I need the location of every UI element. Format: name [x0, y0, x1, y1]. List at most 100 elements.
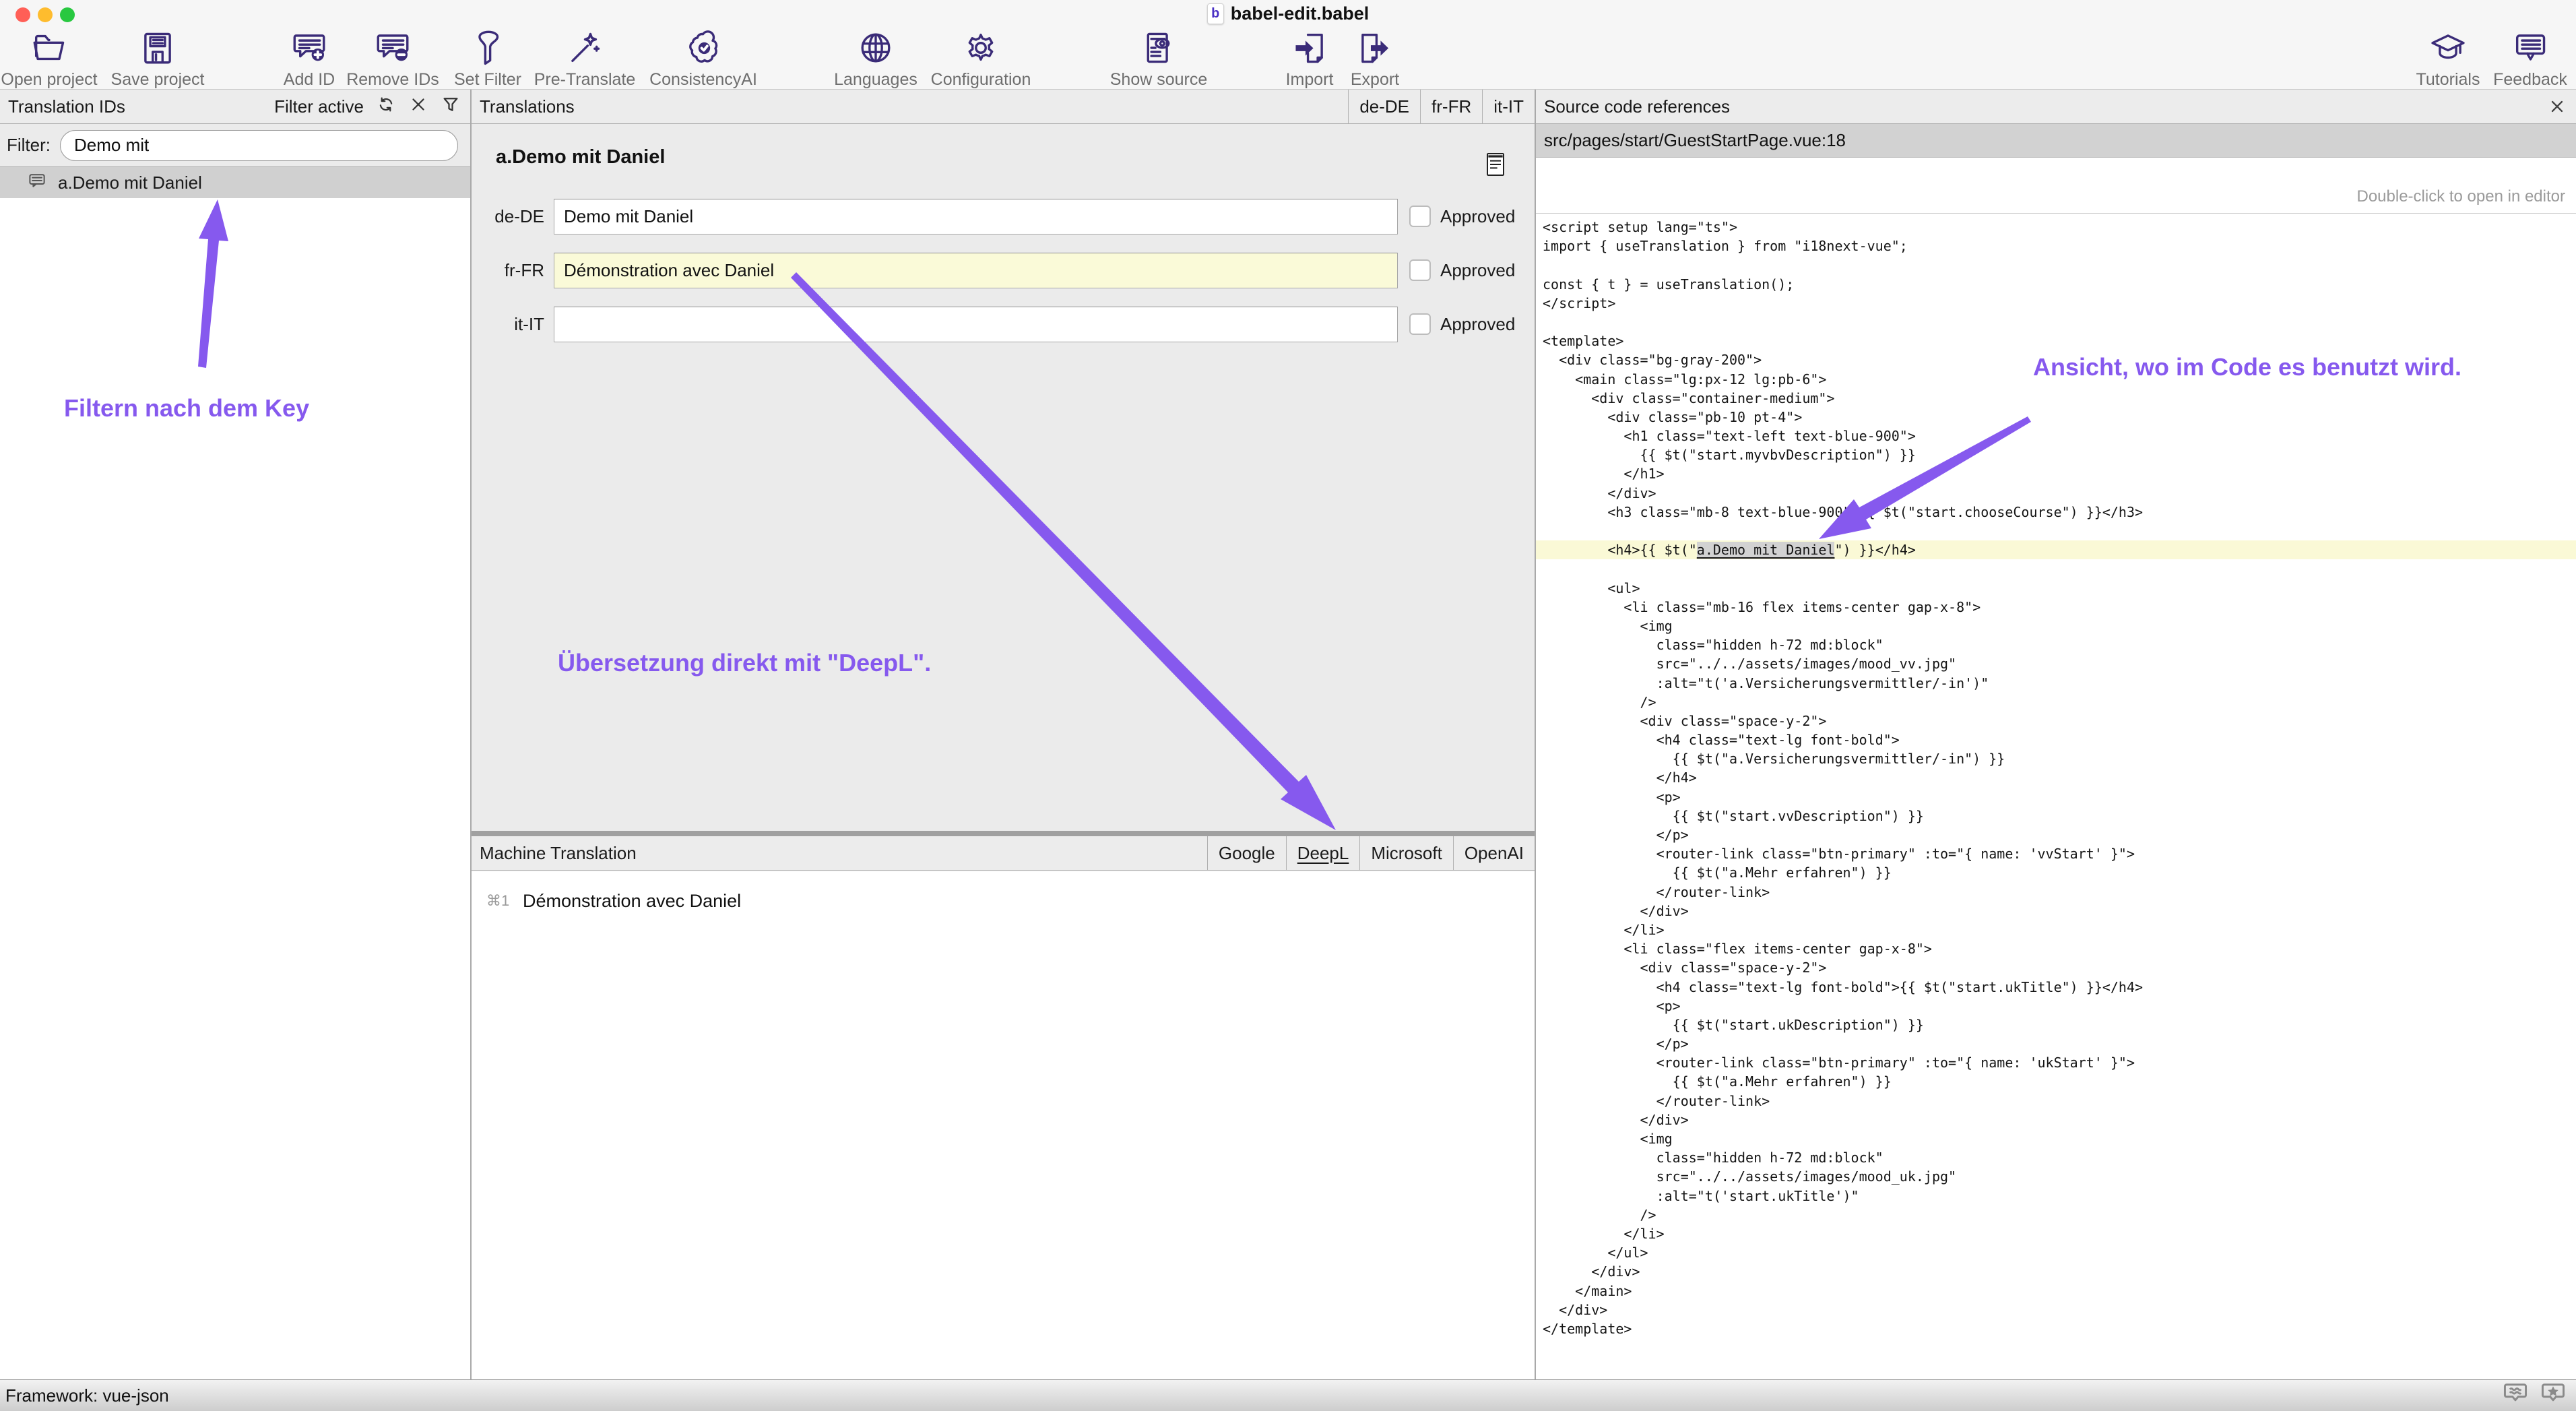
approved-checkbox-fr[interactable]	[1409, 259, 1431, 281]
code-line	[1536, 522, 2576, 540]
machine-translation-splitter[interactable]	[472, 831, 1535, 836]
translation-id-label: a.Demo mit Daniel	[58, 173, 202, 193]
code-line: <h4>{{ $t("a.Demo mit Daniel") }}</h4>	[1536, 540, 2576, 559]
translation-ids-panel: Translation IDs Filter active Filter: a.…	[0, 90, 472, 1379]
code-line: {{ $t("a.Versicherungsvermittler/-in") }…	[1536, 749, 2576, 768]
filter-row: Filter:	[0, 124, 470, 167]
filter-funnel-icon[interactable]	[441, 94, 461, 119]
source-code-panel: Source code references src/pages/start/G…	[1536, 90, 2576, 1379]
translations-header: Translations de-DEfr-FRit-IT	[472, 90, 1535, 124]
machine-translation-suggestion[interactable]: ⌘1 Démonstration avec Daniel	[472, 886, 1535, 916]
rate-star-bubble-icon[interactable]	[2540, 1381, 2567, 1410]
code-line: </h1>	[1536, 464, 2576, 483]
code-line: </h4>	[1536, 768, 2576, 787]
refresh-icon[interactable]	[376, 94, 396, 119]
clear-filter-icon[interactable]	[408, 94, 428, 119]
translation-row-it: it-IT Approved	[472, 307, 1535, 342]
open-project-icon	[30, 28, 69, 68]
approved-label-fr: Approved	[1440, 253, 1515, 288]
feedback-bubble-icon	[2511, 28, 2550, 68]
approved-checkbox-de[interactable]	[1409, 206, 1431, 227]
code-line: src="../../assets/images/mood_vv.jpg"	[1536, 654, 2576, 673]
code-line: </div>	[1536, 902, 2576, 920]
code-line: <li class="mb-16 flex items-center gap-x…	[1536, 598, 2576, 617]
window-title-text: babel-edit.babel	[1231, 3, 1370, 24]
translation-input-fr[interactable]	[554, 253, 1398, 288]
toolbar-configuration[interactable]: Configuration	[893, 28, 1068, 90]
code-listing[interactable]: <script setup lang="ts">import { useTran…	[1536, 214, 2576, 1338]
code-line: </div>	[1536, 1262, 2576, 1281]
tab-openai[interactable]: OpenAI	[1453, 836, 1535, 870]
machine-translation-title: Machine Translation	[480, 843, 637, 864]
code-line: const { t } = useTranslation();	[1536, 275, 2576, 294]
code-line: </ul>	[1536, 1243, 2576, 1262]
filter-input[interactable]	[60, 130, 458, 161]
code-line: </p>	[1536, 1034, 2576, 1053]
code-line: </li>	[1536, 920, 2576, 939]
translation-ids-header: Translation IDs Filter active	[0, 90, 470, 124]
code-line: <router-link class="btn-primary" :to="{ …	[1536, 844, 2576, 863]
translation-id-list-item[interactable]: a.Demo mit Daniel	[0, 167, 470, 198]
highlighted-translation-key: a.Demo mit Daniel	[1697, 542, 1835, 558]
code-line: {{ $t("a.Mehr erfahren") }}	[1536, 863, 2576, 882]
lang-label-de: de-DE	[472, 199, 544, 234]
code-line: {{ $t("a.Mehr erfahren") }}	[1536, 1072, 2576, 1091]
status-bar: Framework: vue-json	[0, 1379, 2576, 1411]
framework-label: Framework: vue-json	[5, 1385, 169, 1406]
editor-hint: Double-click to open in editor	[1536, 158, 2576, 214]
toolbar-show-source[interactable]: Show source	[1071, 28, 1246, 90]
code-line: </template>	[1536, 1319, 2576, 1338]
toolbar-export[interactable]: Export	[1287, 28, 1462, 90]
translations-panel: Translations de-DEfr-FRit-IT a.Demo mit …	[472, 90, 1536, 1379]
magic-wand-icon	[565, 28, 604, 68]
toolbar-save-project[interactable]: Save project	[70, 28, 245, 90]
code-line: <script setup lang="ts">	[1536, 218, 2576, 237]
shortcut-badge: ⌘1	[486, 886, 509, 916]
tab-fr-fr[interactable]: fr-FR	[1420, 90, 1482, 123]
filter-active-label: Filter active	[274, 96, 364, 117]
source-code-header: Source code references	[1536, 90, 2576, 124]
code-line: </div>	[1536, 484, 2576, 503]
code-line	[1536, 255, 2576, 274]
tab-de-de[interactable]: de-DE	[1348, 90, 1420, 123]
tab-it-it[interactable]: it-IT	[1482, 90, 1535, 123]
translation-input-it[interactable]	[554, 307, 1398, 342]
export-icon	[1355, 28, 1394, 68]
app-window: b babel-edit.babel Open project Save pro…	[0, 0, 2576, 1411]
source-reference-item[interactable]: src/pages/start/GuestStartPage.vue:18	[1536, 124, 2576, 158]
code-line: {{ $t("start.vvDescription") }}	[1536, 807, 2576, 825]
toolbar-feedback[interactable]: Feedback	[2443, 28, 2576, 90]
source-reference-path: src/pages/start/GuestStartPage.vue:18	[1544, 130, 1846, 151]
code-line: <li class="flex items-center gap-x-8">	[1536, 939, 2576, 958]
code-line: <h4 class="text-lg font-bold">{{ $t("sta…	[1536, 978, 2576, 997]
code-line: {{ $t("start.myvbvDescription") }}	[1536, 445, 2576, 464]
code-line: <div class="container-medium">	[1536, 389, 2576, 408]
comment-note-icon[interactable]	[1485, 150, 1506, 182]
toolbar-consistency-ai[interactable]: ConsistencyAI	[616, 28, 791, 90]
annotation-deepl-note: Übersetzung direkt mit "DeepL".	[558, 649, 931, 677]
code-line: <router-link class="btn-primary" :to="{ …	[1536, 1053, 2576, 1072]
code-line: class="hidden h-72 md:block"	[1536, 1148, 2576, 1167]
tab-deepl[interactable]: DeepL	[1286, 836, 1360, 870]
code-line: src="../../assets/images/mood_uk.jpg"	[1536, 1167, 2576, 1186]
annotation-code-note: Ansicht, wo im Code es benutzt wird.	[2033, 353, 2461, 381]
code-line: <div class="pb-10 pt-4">	[1536, 408, 2576, 427]
tab-microsoft[interactable]: Microsoft	[1359, 836, 1452, 870]
code-line: />	[1536, 1205, 2576, 1224]
code-line: </div>	[1536, 1300, 2576, 1319]
translation-memory-bubble-icon[interactable]	[2502, 1381, 2529, 1410]
code-line: <img	[1536, 1129, 2576, 1148]
translation-ids-title: Translation IDs	[8, 96, 125, 117]
lang-label-it: it-IT	[472, 307, 544, 342]
entry-title: a.Demo mit Daniel	[496, 146, 665, 168]
brain-check-icon	[684, 28, 723, 68]
approved-label-it: Approved	[1440, 307, 1515, 342]
code-line: </router-link>	[1536, 883, 2576, 902]
close-panel-icon[interactable]	[2548, 97, 2576, 116]
translations-title: Translations	[480, 96, 575, 117]
translation-input-de[interactable]	[554, 199, 1398, 234]
code-line: </main>	[1536, 1282, 2576, 1300]
approved-checkbox-it[interactable]	[1409, 313, 1431, 335]
tab-google[interactable]: Google	[1207, 836, 1286, 870]
source-code-title: Source code references	[1544, 96, 1730, 117]
